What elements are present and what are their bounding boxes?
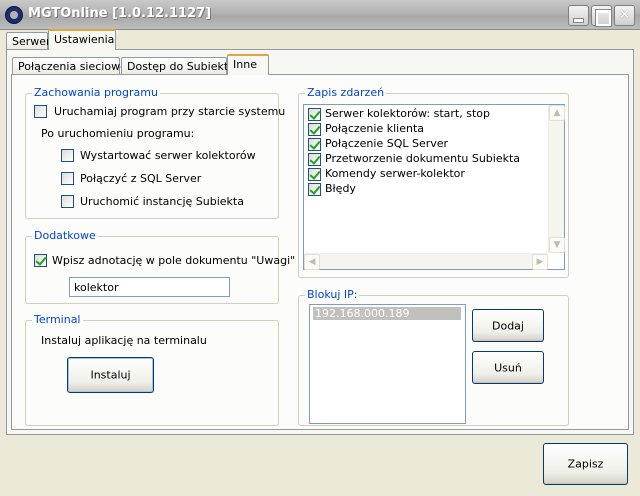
event-log-title: Zapis zdarzeń [305, 86, 387, 99]
minimize-button[interactable] [568, 5, 589, 26]
terminal-group: Terminal Instaluj aplikację na terminalu… [25, 313, 279, 426]
annotation-label: Wpisz adnotację w pole dokumentu "Uwagi" [52, 254, 296, 267]
terminal-title: Terminal [32, 313, 83, 326]
event-log-list[interactable]: Serwer kolektorów: start, stop Połączeni… [303, 104, 565, 270]
maximize-button[interactable] [591, 5, 612, 26]
event-log-item-checkbox[interactable] [308, 168, 321, 181]
event-log-vscrollbar[interactable]: ▲ ▼ [548, 105, 565, 253]
event-log-item-label: Serwer kolektorów: start, stop [325, 107, 490, 120]
install-button-label: Instaluj [90, 368, 131, 382]
annotation-input[interactable] [69, 277, 230, 297]
tab-polaczenia-sieciowe-label: Połączenia sieciowe [18, 60, 127, 73]
block-ip-group: Blokuj IP: 192.168.000.189 Dodaj Usuń [298, 288, 569, 426]
event-log-item-label: Przetworzenie dokumentu Subiekta [325, 152, 521, 165]
install-button[interactable]: Instaluj [67, 357, 154, 393]
connect-sql-label: Połączyć z SQL Server [80, 172, 202, 185]
window-title: MGTOnline [1.0.12.1127] [28, 6, 212, 21]
save-button[interactable]: Zapisz [543, 443, 628, 485]
title-bar: MGTOnline [1.0.12.1127] ✕ [0, 0, 640, 30]
annotation-checkbox[interactable] [34, 254, 47, 267]
block-ip-list[interactable]: 192.168.000.189 [309, 304, 466, 424]
connect-sql-checkbox[interactable] [61, 172, 74, 185]
terminal-description: Instaluj aplikację na terminalu [41, 334, 207, 347]
event-log-group: Zapis zdarzeń Serwer kolektorów: start, … [298, 86, 569, 278]
event-log-item-checkbox[interactable] [308, 138, 321, 151]
additional-title: Dodatkowe [32, 229, 98, 242]
run-at-startup-label: Uruchamiaj program przy starcie systemu [54, 105, 286, 118]
tab-dostep-do-subiekta-label: Dostęp do Subiekta [127, 60, 235, 73]
tab-inne[interactable]: Inne [227, 54, 269, 75]
save-button-label: Zapisz [567, 457, 604, 471]
program-behavior-title: Zachowania programu [32, 86, 160, 99]
event-log-hscrollbar[interactable]: ◀ ▶ [304, 253, 548, 270]
event-log-item-label: Połączenie klienta [325, 122, 424, 135]
program-behavior-group: Zachowania programu Uruchamiaj program p… [25, 86, 285, 219]
event-log-item-label: Komendy serwer-kolektor [325, 167, 465, 180]
close-icon: ✕ [618, 7, 631, 23]
block-ip-title: Blokuj IP: [305, 288, 360, 301]
additional-group: Dodatkowe Wpisz adnotację w pole dokumen… [25, 229, 295, 304]
tab-ustawienia-label: Ustawienia [54, 33, 115, 46]
remove-ip-button-label: Usuń [494, 361, 522, 374]
event-log-item-checkbox[interactable] [308, 108, 321, 121]
settings-panel: Połączenia sieciowe Dostęp do Subiekta I… [6, 49, 634, 435]
event-log-item-checkbox[interactable] [308, 153, 321, 166]
event-log-item-label: Połączenie SQL Server [325, 137, 449, 150]
add-ip-button[interactable]: Dodaj [472, 309, 544, 342]
app-logo-icon [5, 6, 23, 24]
scroll-left-arrow-icon[interactable]: ◀ [304, 254, 320, 270]
start-collector-server-label: Wystartować serwer kolektorów [80, 149, 256, 162]
event-log-item-checkbox[interactable] [308, 123, 321, 136]
event-log-item-label: Błędy [325, 182, 356, 195]
scroll-down-arrow-icon[interactable]: ▼ [549, 237, 565, 253]
close-button[interactable]: ✕ [614, 5, 635, 26]
run-subiekt-checkbox[interactable] [61, 195, 74, 208]
add-ip-button-label: Dodaj [492, 319, 524, 332]
block-ip-item[interactable]: 192.168.000.189 [313, 307, 461, 320]
after-start-label: Po uruchomieniu programu: [41, 127, 195, 140]
tab-serwer-label: Serwer [12, 35, 51, 48]
tab-inne-label: Inne [233, 58, 257, 71]
tab-ustawienia[interactable]: Ustawienia [48, 29, 116, 50]
run-subiekt-label: Uruchomić instancję Subiekta [80, 195, 244, 208]
start-collector-server-checkbox[interactable] [61, 149, 74, 162]
event-log-item-checkbox[interactable] [308, 183, 321, 196]
inne-panel: Zachowania programu Uruchamiaj program p… [11, 74, 629, 430]
remove-ip-button[interactable]: Usuń [472, 351, 544, 384]
run-at-startup-checkbox[interactable] [34, 105, 47, 118]
scroll-up-arrow-icon[interactable]: ▲ [549, 105, 565, 121]
scroll-right-arrow-icon[interactable]: ▶ [532, 254, 548, 270]
